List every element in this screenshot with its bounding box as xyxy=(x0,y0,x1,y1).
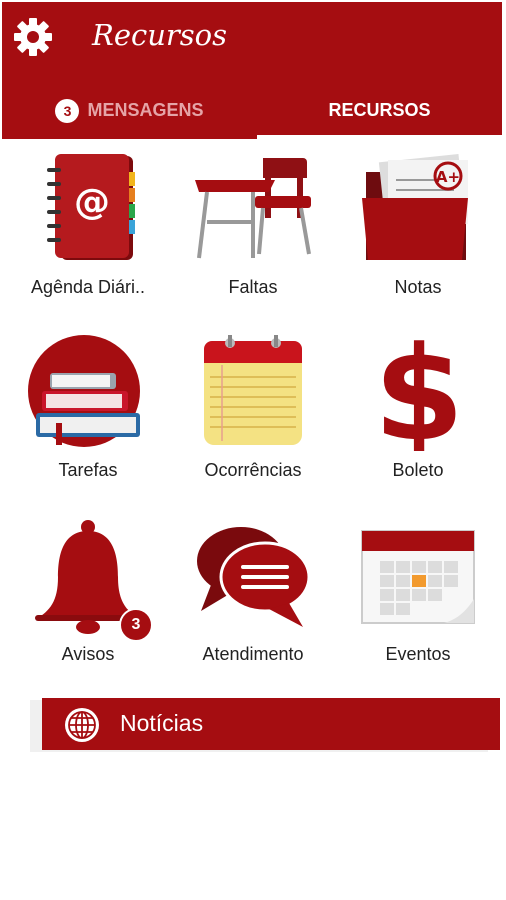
news-banner[interactable]: Notícias xyxy=(42,698,500,750)
page-title: Recursos xyxy=(92,18,228,52)
svg-text:@: @ xyxy=(74,182,110,223)
tab-mensagens-label: MENSAGENS xyxy=(87,100,204,120)
tab-mensagens[interactable]: 3 MENSAGENS xyxy=(2,82,257,139)
tab-recursos[interactable]: RECURSOS xyxy=(257,82,502,139)
resource-faltas[interactable]: Faltas xyxy=(168,145,338,315)
resource-label: Boleto xyxy=(392,460,444,480)
svg-text:A+: A+ xyxy=(436,168,460,186)
resource-notas[interactable]: A+ Notas xyxy=(333,145,503,315)
calendar-icon xyxy=(361,530,475,624)
resource-label: Tarefas xyxy=(58,460,118,480)
resource-label: Notas xyxy=(394,277,442,297)
resource-label: Avisos xyxy=(61,644,115,664)
resource-label: Eventos xyxy=(385,644,451,664)
resource-avisos[interactable]: 3 Avisos xyxy=(3,512,173,682)
resource-label: Atendimento xyxy=(202,644,304,664)
notepad-icon xyxy=(204,335,302,445)
tab-bar: 3 MENSAGENS RECURSOS xyxy=(2,82,502,139)
books-icon xyxy=(28,335,140,447)
resource-boleto[interactable]: $ Boleto xyxy=(333,328,503,498)
resource-label: Faltas xyxy=(228,277,278,297)
tab-recursos-label: RECURSOS xyxy=(328,100,431,120)
grades-folder-icon: A+ xyxy=(362,153,468,260)
address-book-icon: @ xyxy=(47,154,135,260)
resource-atendimento[interactable]: Atendimento xyxy=(168,512,338,682)
chat-bubbles-icon xyxy=(197,527,311,627)
dollar-icon: $ xyxy=(374,333,464,451)
gear-icon[interactable] xyxy=(12,16,54,58)
school-desk-icon xyxy=(195,158,311,259)
globe-icon xyxy=(65,708,99,742)
svg-text:$: $ xyxy=(374,333,464,451)
resource-agenda[interactable]: @ Agênda Diári.. xyxy=(3,145,173,315)
tab-message-count-badge: 3 xyxy=(55,98,80,123)
active-tab-indicator xyxy=(257,135,502,139)
resource-label: Agênda Diári.. xyxy=(30,277,146,297)
news-label: Notícias xyxy=(120,710,204,736)
resource-ocorrencias[interactable]: Ocorrências xyxy=(168,328,338,498)
notification-count-badge: 3 xyxy=(119,608,153,642)
resource-tarefas[interactable]: Tarefas xyxy=(3,328,173,498)
resource-eventos[interactable]: Eventos xyxy=(333,512,503,682)
app-bar: Recursos 3 MENSAGENS RECURSOS xyxy=(2,2,502,139)
resource-label: Ocorrências xyxy=(204,460,302,480)
